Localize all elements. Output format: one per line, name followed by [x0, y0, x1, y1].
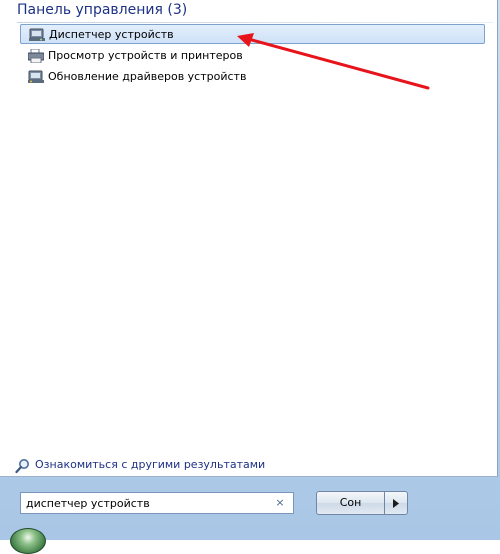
search-box[interactable]: × — [20, 492, 294, 514]
clear-search-icon[interactable]: × — [273, 495, 287, 511]
result-label: Диспетчер устройств — [49, 28, 174, 41]
start-menu-frame: Панель управления (3) Диспетчер устройст… — [0, 0, 500, 554]
search-input[interactable] — [26, 495, 266, 511]
device-manager-icon — [29, 28, 45, 42]
power-button-group: Сон — [316, 491, 408, 515]
see-more-results-label: Ознакомиться с другими результатами — [35, 458, 266, 471]
sleep-button[interactable]: Сон — [316, 491, 385, 515]
driver-update-icon — [28, 70, 44, 84]
result-item-driver-update[interactable]: Обновление драйверов устройств — [20, 67, 485, 87]
result-label: Просмотр устройств и принтеров — [48, 49, 243, 62]
search-results-panel: Панель управления (3) Диспетчер устройст… — [0, 0, 498, 477]
result-item-device-manager[interactable]: Диспетчер устройств — [20, 24, 485, 44]
devices-printers-icon — [27, 48, 45, 64]
group-header-divider — [17, 22, 493, 23]
magnifier-icon — [15, 458, 31, 474]
results-group-header[interactable]: Панель управления (3) — [17, 1, 187, 19]
result-label: Обновление драйверов устройств — [48, 70, 247, 83]
chevron-right-icon — [393, 499, 399, 508]
start-button[interactable] — [10, 528, 46, 554]
power-options-button[interactable] — [384, 491, 408, 515]
result-item-devices-printers[interactable]: Просмотр устройств и принтеров — [20, 46, 485, 66]
